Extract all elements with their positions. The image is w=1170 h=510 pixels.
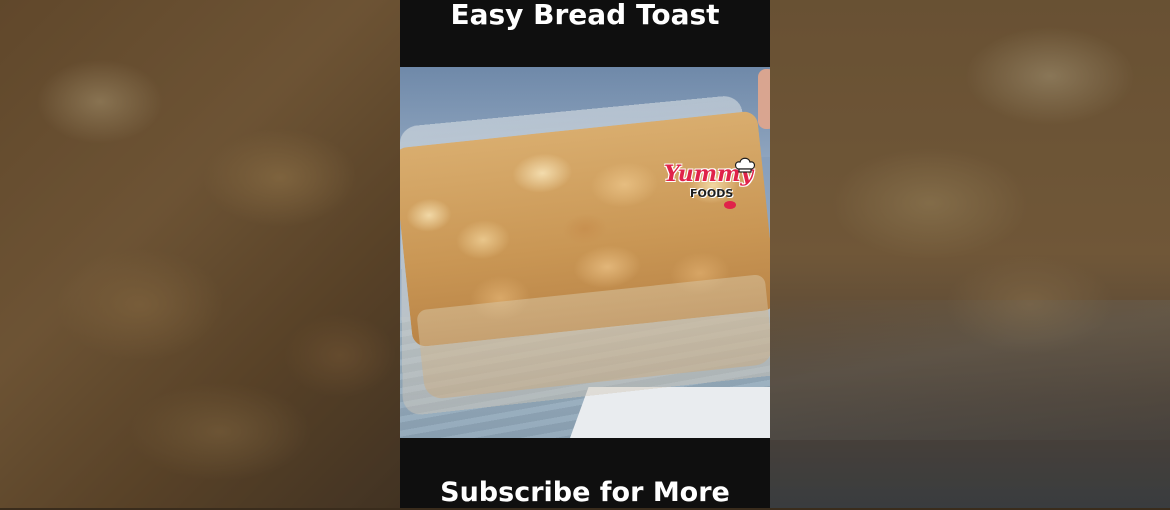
table-cloth <box>570 387 770 438</box>
video-title: Easy Bread Toast <box>450 0 720 31</box>
hand <box>758 69 770 129</box>
blurred-background-right <box>770 0 1170 508</box>
logo-subtext: FOODS <box>690 187 734 200</box>
spoon-icon <box>724 201 736 209</box>
blurred-background-left <box>0 0 400 508</box>
food-photo: Yummy FOODS <box>400 67 770 438</box>
chef-hat-icon <box>734 157 756 173</box>
yummy-foods-logo: Yummy FOODS <box>664 157 764 213</box>
subscribe-caption: Subscribe for More <box>440 477 730 508</box>
video-frame[interactable]: Easy Bread Toast Yummy FOODS Subscribe f… <box>400 0 770 508</box>
